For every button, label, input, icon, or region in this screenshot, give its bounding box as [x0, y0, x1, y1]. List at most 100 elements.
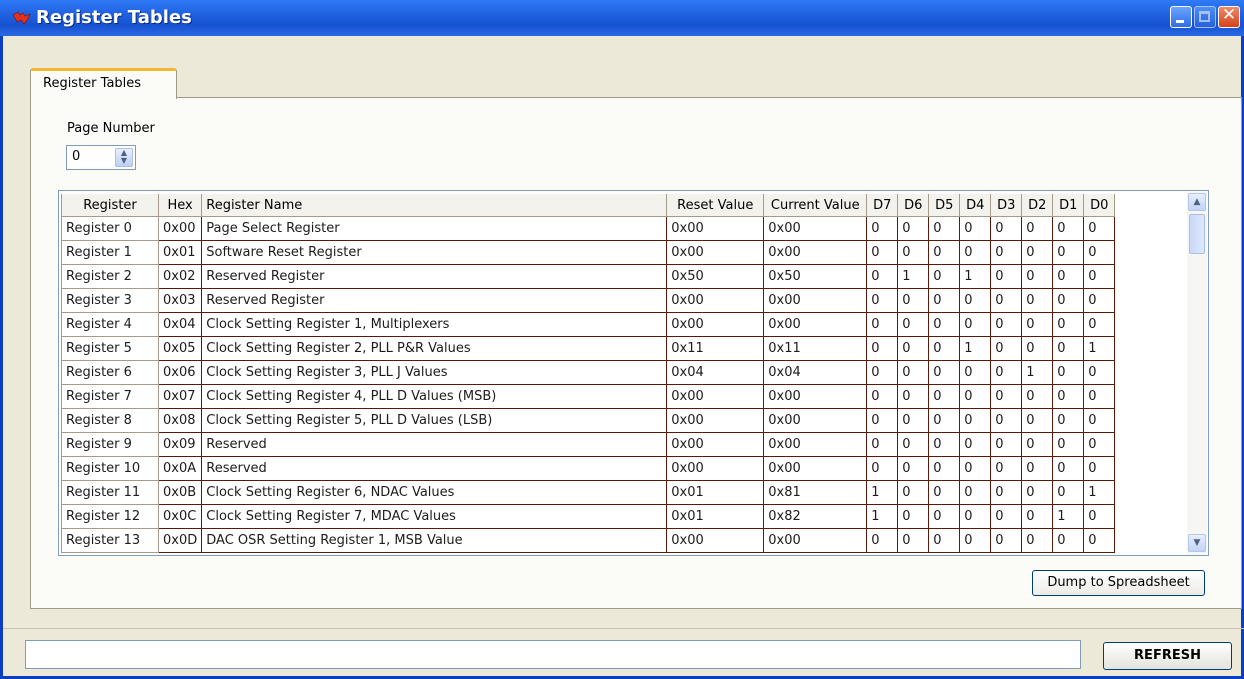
page-number-spinner[interactable]: 0 ▲ ▼: [66, 145, 136, 170]
column-header[interactable]: D2: [1021, 194, 1054, 217]
table-row[interactable]: Register 8 0x08 Clock Setting Register 5, …: [61, 408, 1116, 433]
table-cell[interactable]: 0: [928, 408, 961, 433]
scroll-thumb[interactable]: [1189, 214, 1205, 254]
table-cell[interactable]: 0: [1021, 216, 1054, 241]
table-cell[interactable]: Register 4: [61, 312, 159, 337]
table-cell[interactable]: 0x82: [763, 504, 868, 529]
table-cell[interactable]: 0: [1052, 528, 1085, 553]
table-row[interactable]: Register 11 0x0B Clock Setting Register 6,…: [61, 480, 1116, 505]
table-cell[interactable]: 0: [1083, 312, 1116, 337]
table-cell[interactable]: 0: [1021, 432, 1054, 457]
table-cell[interactable]: Register 9: [61, 432, 159, 457]
table-cell[interactable]: 0x05: [157, 336, 203, 361]
table-cell[interactable]: 1: [866, 480, 899, 505]
table-cell[interactable]: 0x00: [763, 456, 868, 481]
table-cell[interactable]: 0: [1083, 408, 1116, 433]
column-header[interactable]: D4: [959, 194, 992, 217]
table-cell[interactable]: 0x00: [763, 216, 868, 241]
table-cell[interactable]: 0: [897, 288, 930, 313]
table-cell[interactable]: 0: [928, 360, 961, 385]
column-header[interactable]: Register: [61, 194, 159, 217]
refresh-button[interactable]: REFRESH: [1103, 642, 1232, 670]
table-cell[interactable]: 0: [897, 480, 930, 505]
table-cell[interactable]: 0: [1083, 528, 1116, 553]
table-cell[interactable]: 0: [990, 504, 1023, 529]
table-cell[interactable]: Register 7: [61, 384, 159, 409]
table-cell[interactable]: 0: [1021, 480, 1054, 505]
table-cell[interactable]: 0x08: [157, 408, 203, 433]
table-cell[interactable]: 0: [1021, 288, 1054, 313]
table-cell[interactable]: 0: [1083, 504, 1116, 529]
table-cell[interactable]: 0: [928, 216, 961, 241]
dump-to-spreadsheet-button[interactable]: Dump to Spreadsheet: [1032, 570, 1205, 596]
table-cell[interactable]: 1: [1052, 504, 1085, 529]
table-cell[interactable]: 0: [959, 456, 992, 481]
table-cell[interactable]: 0x06: [157, 360, 203, 385]
table-cell[interactable]: 0x50: [666, 264, 765, 289]
table-cell[interactable]: Register 12: [61, 504, 159, 529]
register-table[interactable]: Register Hex Register Name Reset Value Curre…: [58, 190, 1209, 556]
table-cell[interactable]: 0x00: [763, 240, 868, 265]
table-cell[interactable]: 1: [1083, 480, 1116, 505]
table-cell[interactable]: 0: [990, 528, 1023, 553]
table-cell[interactable]: 0: [897, 360, 930, 385]
table-cell[interactable]: 0: [959, 504, 992, 529]
table-row[interactable]: Register 5 0x05 Clock Setting Register 2, …: [61, 336, 1116, 361]
minimize-button[interactable]: [1170, 6, 1192, 28]
table-row[interactable]: Register 2 0x02 Reserved Register 0x50 0x50 0…: [61, 264, 1116, 289]
table-cell[interactable]: 0: [1052, 384, 1085, 409]
table-cell[interactable]: 0: [990, 408, 1023, 433]
table-cell[interactable]: Register 3: [61, 288, 159, 313]
table-row[interactable]: Register 7 0x07 Clock Setting Register 4, …: [61, 384, 1116, 409]
table-cell[interactable]: 0x00: [157, 216, 203, 241]
table-cell[interactable]: 0x00: [763, 384, 868, 409]
table-cell[interactable]: 0x81: [763, 480, 868, 505]
table-cell[interactable]: 0: [866, 264, 899, 289]
table-cell[interactable]: 1: [1083, 336, 1116, 361]
table-cell[interactable]: 0: [1083, 360, 1116, 385]
column-header[interactable]: D1: [1052, 194, 1085, 217]
page-number-value[interactable]: 0: [72, 149, 80, 164]
table-cell[interactable]: Reserved Register: [201, 288, 668, 313]
table-cell[interactable]: 0: [928, 312, 961, 337]
table-cell[interactable]: 0: [990, 360, 1023, 385]
table-row[interactable]: Register 1 0x01 Software Reset Register 0x0…: [61, 240, 1116, 265]
table-cell[interactable]: 0: [1052, 264, 1085, 289]
table-cell[interactable]: 0: [866, 384, 899, 409]
table-cell[interactable]: Reserved: [201, 456, 668, 481]
maximize-button[interactable]: [1194, 6, 1216, 28]
table-cell[interactable]: Software Reset Register: [201, 240, 668, 265]
table-cell[interactable]: 0: [866, 336, 899, 361]
table-cell[interactable]: 1: [959, 264, 992, 289]
status-field[interactable]: [25, 640, 1081, 669]
table-cell[interactable]: Register 0: [61, 216, 159, 241]
table-cell[interactable]: 0: [928, 456, 961, 481]
table-cell[interactable]: 0x00: [666, 288, 765, 313]
table-cell[interactable]: 0: [990, 480, 1023, 505]
table-cell[interactable]: 1: [897, 264, 930, 289]
table-cell[interactable]: 0: [1083, 216, 1116, 241]
table-cell[interactable]: 0: [959, 360, 992, 385]
table-cell[interactable]: 1: [959, 336, 992, 361]
table-cell[interactable]: 0x00: [666, 408, 765, 433]
table-cell[interactable]: 0: [959, 432, 992, 457]
table-cell[interactable]: 0: [897, 432, 930, 457]
table-cell[interactable]: 0x00: [666, 216, 765, 241]
column-header[interactable]: D3: [990, 194, 1023, 217]
table-cell[interactable]: Register 6: [61, 360, 159, 385]
column-header[interactable]: D7: [866, 194, 899, 217]
table-cell[interactable]: 0x07: [157, 384, 203, 409]
table-cell[interactable]: 0x00: [666, 384, 765, 409]
table-cell[interactable]: 0: [959, 528, 992, 553]
table-cell[interactable]: 0: [990, 384, 1023, 409]
table-cell[interactable]: 0x0D: [157, 528, 203, 553]
table-cell[interactable]: 0: [1052, 288, 1085, 313]
table-cell[interactable]: 0x00: [763, 408, 868, 433]
table-cell[interactable]: 0: [1052, 240, 1085, 265]
table-cell[interactable]: 0: [928, 384, 961, 409]
table-cell[interactable]: 0x00: [666, 456, 765, 481]
table-cell[interactable]: 0: [866, 432, 899, 457]
table-cell[interactable]: 0: [959, 408, 992, 433]
table-row[interactable]: Register 3 0x03 Reserved Register 0x00 0x00 0…: [61, 288, 1116, 313]
table-cell[interactable]: 0x02: [157, 264, 203, 289]
